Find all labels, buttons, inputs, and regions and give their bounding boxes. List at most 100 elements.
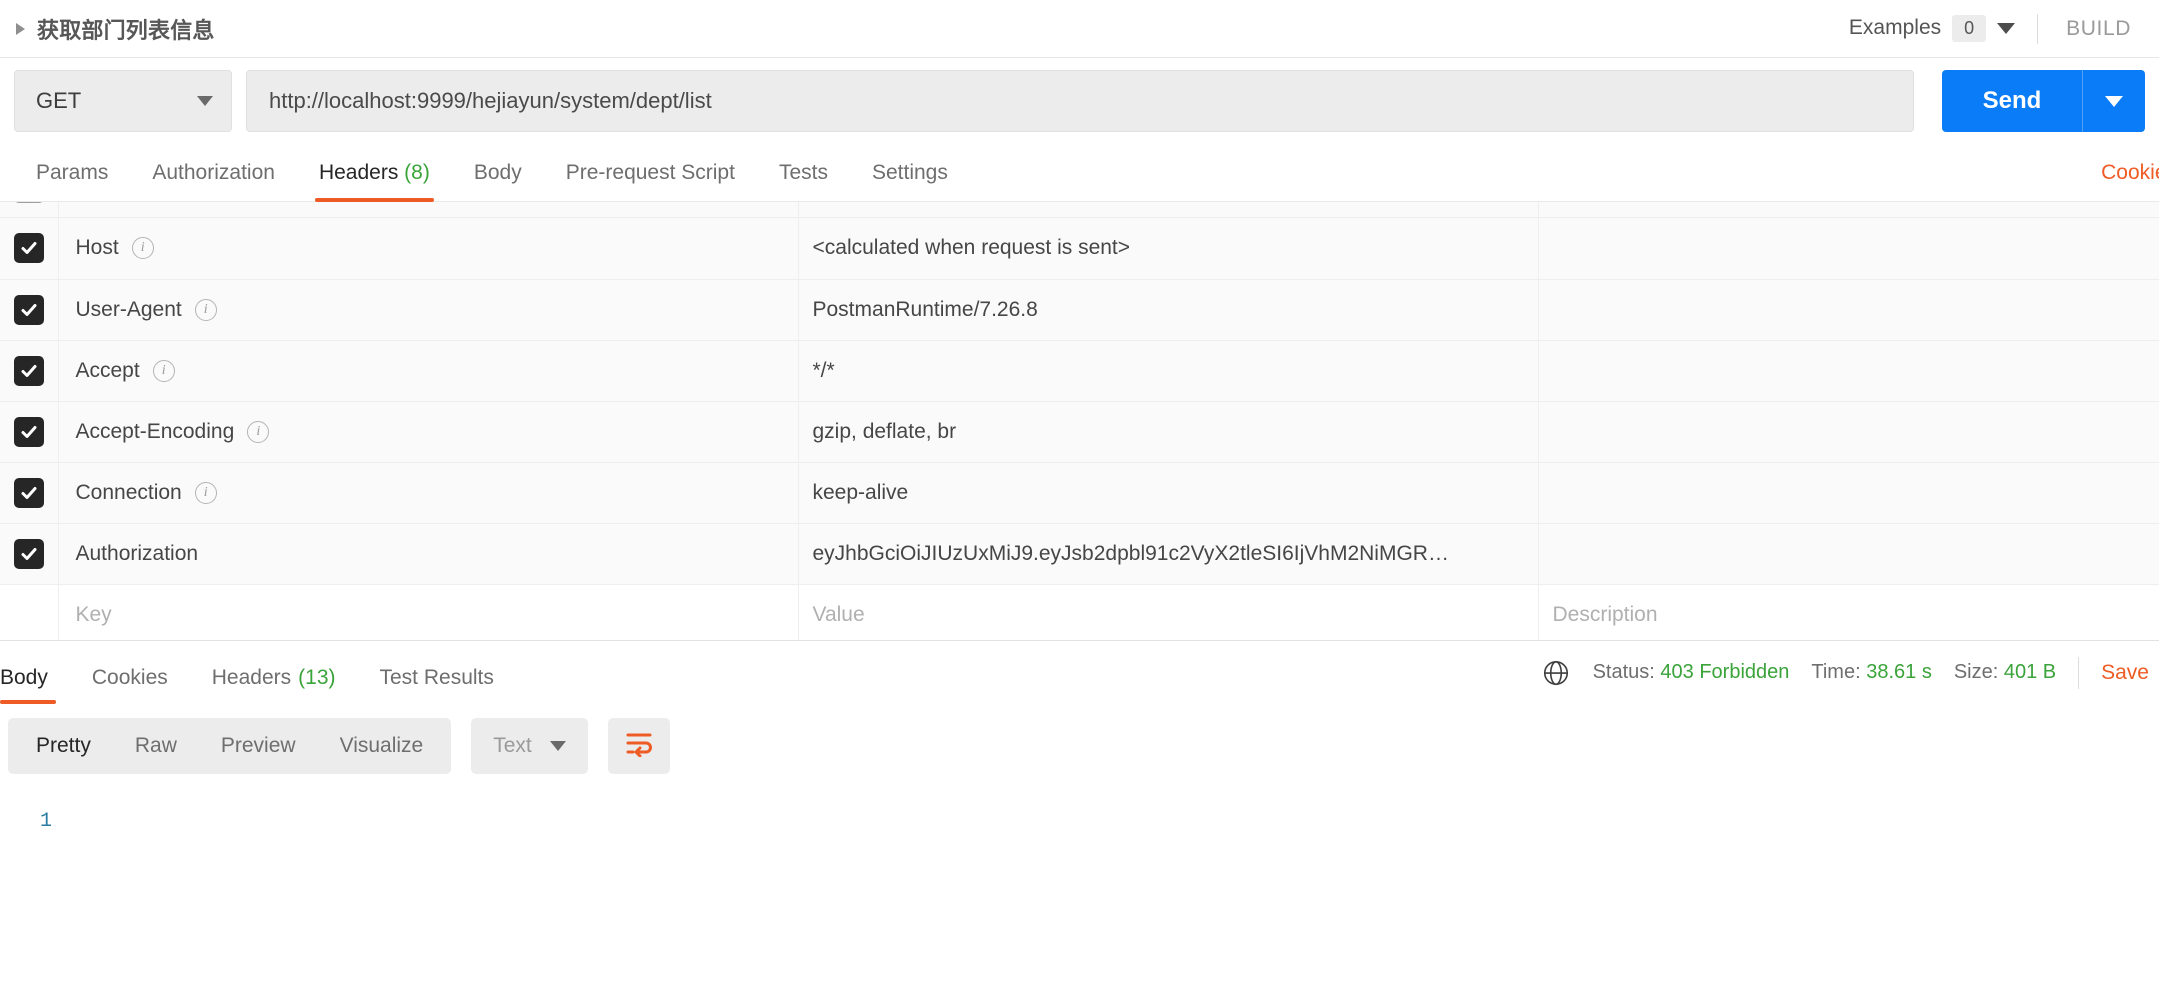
body-view-preview[interactable]: Preview [199, 718, 318, 774]
time-value: 38.61 s [1866, 661, 1932, 683]
collapse-triangle-icon[interactable] [16, 23, 25, 35]
row-key-cell[interactable]: Connection i [58, 462, 799, 524]
url-input[interactable]: http://localhost:9999/hejiayun/system/de… [246, 70, 1914, 132]
response-tab-headers[interactable]: Headers (13) [190, 666, 358, 704]
word-wrap-button[interactable] [607, 718, 670, 774]
send-options-button[interactable] [2083, 70, 2145, 132]
new-description-input[interactable]: Description [1538, 584, 2159, 640]
size-badge: Size: 401 B [1954, 661, 2056, 684]
request-title-group[interactable]: 获取部门列表信息 [16, 13, 215, 45]
row-key-cell[interactable]: Authorization [58, 523, 799, 585]
build-button[interactable]: BUILD [2038, 17, 2159, 41]
response-bar: Body Cookies Headers (13) Test Results S… [0, 640, 2159, 704]
tab-label: Cookies [91, 666, 168, 689]
response-tab-body[interactable]: Body [0, 666, 70, 704]
row-value-cell[interactable]: */* [798, 340, 1539, 402]
examples-count-badge: 0 [1952, 14, 1987, 43]
checkbox-checked-icon[interactable] [14, 355, 44, 386]
row-checkbox-cell[interactable] [0, 523, 59, 585]
value-placeholder: Value [812, 602, 865, 626]
info-icon[interactable]: i [247, 420, 270, 443]
tab-headers[interactable]: Headers (8) [297, 161, 452, 202]
tab-label: Settings [871, 161, 948, 184]
table-row-empty[interactable]: Key Value Description [0, 584, 2159, 640]
info-icon[interactable]: i [194, 298, 217, 321]
info-icon[interactable]: i [131, 237, 154, 260]
body-format-select[interactable]: Text [471, 718, 588, 774]
row-key-cell[interactable]: Host i [58, 218, 799, 280]
checkbox-checked-icon[interactable] [14, 538, 44, 569]
chevron-down-icon[interactable] [1997, 22, 2016, 34]
row-checkbox-cell[interactable] [0, 584, 59, 640]
row-value-cell[interactable]: keep-alive [798, 462, 1539, 524]
row-key-cell[interactable]: Accept-Encoding i [58, 401, 799, 463]
table-row[interactable]: User-Agent i PostmanRuntime/7.26.8 [0, 279, 2159, 341]
body-view-pretty[interactable]: Pretty [14, 718, 113, 774]
chevron-down-icon[interactable] [197, 96, 213, 106]
row-description-cell[interactable] [1538, 462, 2159, 524]
body-view-raw[interactable]: Raw [113, 718, 199, 774]
tab-label: Headers [318, 161, 399, 184]
row-description-cell[interactable] [1538, 202, 2159, 217]
tab-tests[interactable]: Tests [757, 161, 850, 201]
table-row-clipped[interactable]: Postman-Token i <calculated when request… [0, 202, 2159, 218]
send-button[interactable]: Send [1942, 70, 2082, 132]
new-key-input[interactable]: Key [58, 584, 799, 640]
checkbox-checked-icon[interactable] [14, 233, 44, 264]
row-value-cell[interactable]: <calculated when request is sent> [798, 218, 1539, 280]
http-method-select[interactable]: GET [14, 70, 232, 132]
checkbox-checked-icon[interactable] [14, 416, 44, 447]
tab-body[interactable]: Body [452, 161, 544, 201]
row-description-cell[interactable] [1538, 218, 2159, 280]
table-row[interactable]: Connection i keep-alive [0, 462, 2159, 524]
new-value-input[interactable]: Value [798, 584, 1539, 640]
header-key: Host [75, 236, 119, 260]
info-icon[interactable]: i [194, 481, 217, 504]
cookies-link[interactable]: Cookies [2101, 161, 2159, 185]
row-checkbox-cell[interactable] [0, 202, 58, 203]
body-view-segmented-control: Pretty Raw Preview Visualize [8, 718, 452, 774]
line-number: 1 [40, 810, 53, 833]
time-badge: Time: 38.61 s [1811, 661, 1931, 684]
row-checkbox-cell[interactable] [0, 279, 59, 341]
response-tab-cookies[interactable]: Cookies [70, 666, 190, 704]
row-checkbox-cell[interactable] [0, 401, 59, 463]
checkbox-checked-icon[interactable] [14, 294, 44, 325]
row-checkbox-cell[interactable] [0, 218, 59, 280]
row-checkbox-cell[interactable] [0, 462, 59, 524]
response-body-viewer[interactable]: 1 [0, 788, 2159, 991]
response-tab-test-results[interactable]: Test Results [358, 666, 516, 704]
table-row[interactable]: Accept i */* [0, 340, 2159, 402]
row-value-cell[interactable]: gzip, deflate, br [798, 401, 1539, 463]
body-view-visualize[interactable]: Visualize [318, 718, 446, 774]
globe-icon[interactable] [1541, 658, 1571, 688]
row-value-cell[interactable]: eyJhbGciOiJIUzUxMiJ9.eyJsb2dpbl91c2VyX2t… [798, 523, 1539, 585]
row-description-cell[interactable] [1538, 340, 2159, 402]
examples-label: Examples [1848, 16, 1942, 40]
table-row[interactable]: Authorization eyJhbGciOiJIUzUxMiJ9.eyJsb… [0, 523, 2159, 585]
row-value-cell[interactable]: PostmanRuntime/7.26.8 [798, 279, 1539, 341]
header-key: Accept-Encoding [75, 419, 235, 443]
tab-pre-request-script[interactable]: Pre-request Script [544, 161, 757, 201]
row-key-cell[interactable]: Accept i [58, 340, 799, 402]
row-description-cell[interactable] [1538, 401, 2159, 463]
info-icon[interactable]: i [152, 359, 175, 382]
table-row[interactable]: Host i <calculated when request is sent> [0, 218, 2159, 280]
row-checkbox-cell[interactable] [0, 340, 59, 402]
row-key-cell[interactable]: Postman-Token i [58, 202, 798, 217]
row-description-cell[interactable] [1538, 279, 2159, 341]
tab-settings[interactable]: Settings [850, 161, 970, 201]
tab-authorization[interactable]: Authorization [130, 161, 297, 201]
checkbox-checked-icon[interactable] [14, 202, 44, 203]
examples-dropdown[interactable]: Examples 0 [1848, 14, 2037, 43]
row-value-cell[interactable]: <calculated when request is sent> [798, 202, 1538, 217]
row-key-cell[interactable]: User-Agent i [58, 279, 799, 341]
row-description-cell[interactable] [1538, 523, 2159, 585]
key-placeholder: Key [75, 602, 112, 626]
save-response-button[interactable]: Save [2101, 661, 2159, 685]
table-row[interactable]: Accept-Encoding i gzip, deflate, br [0, 401, 2159, 463]
time-label: Time: [1811, 661, 1861, 683]
tab-params[interactable]: Params [14, 161, 130, 201]
checkbox-checked-icon[interactable] [14, 477, 44, 508]
status-value: 403 Forbidden [1660, 661, 1790, 683]
